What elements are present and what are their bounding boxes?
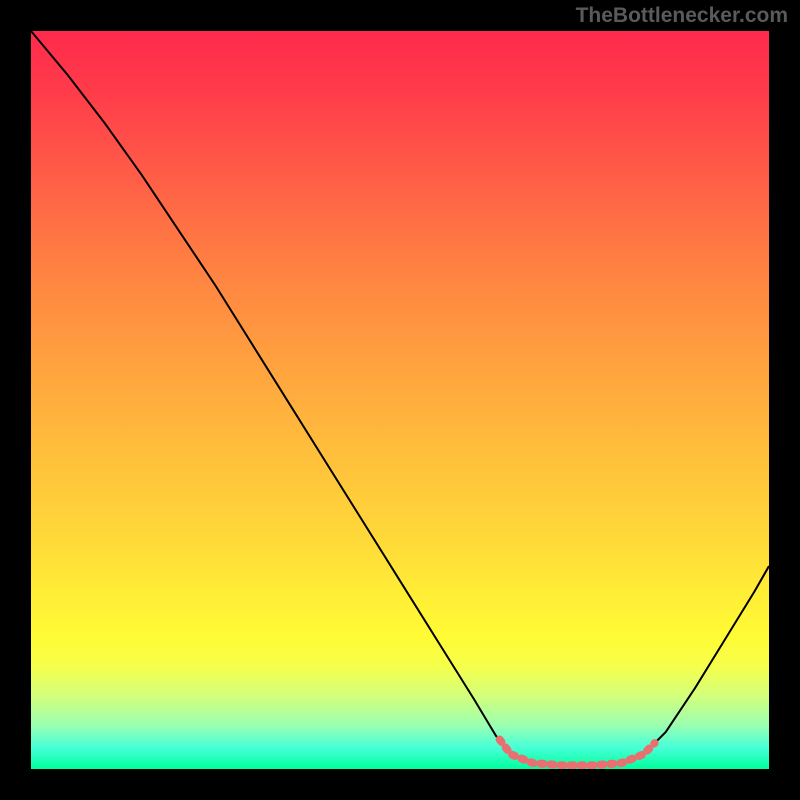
bottleneck-curve bbox=[31, 31, 769, 765]
plot-area bbox=[31, 31, 769, 769]
watermark-text: TheBottlenecker.com bbox=[576, 4, 788, 28]
chart-svg bbox=[31, 31, 769, 769]
optimal-zone-highlight bbox=[500, 739, 655, 765]
